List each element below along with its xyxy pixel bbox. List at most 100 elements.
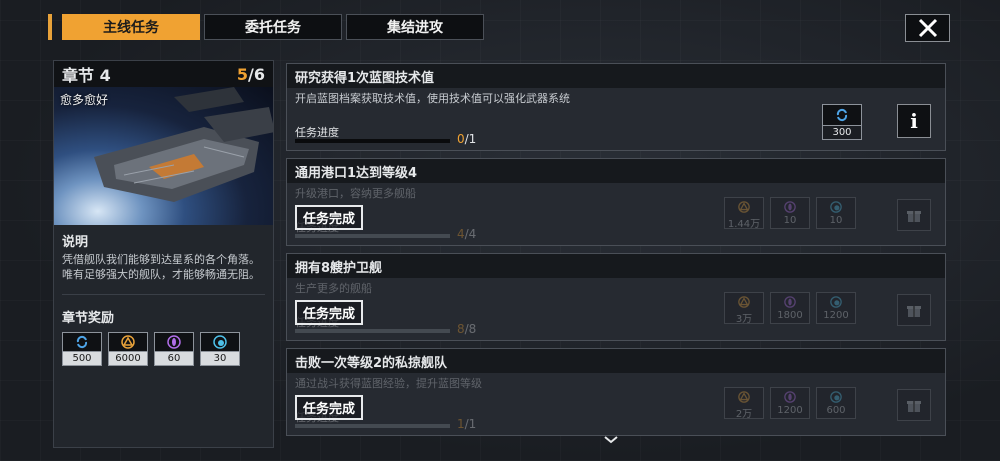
mission-progress-current: 1 bbox=[457, 417, 465, 431]
description-heading: 说明 bbox=[62, 235, 89, 250]
chapter-reward-item[interactable]: 30 bbox=[200, 332, 240, 366]
mission-description: 生产更多的舰船 bbox=[295, 282, 372, 295]
mission-card[interactable]: 研究获得1次蓝图技术值 开启蓝图档案获取技术值，使用技术值可以强化武器系统 任务… bbox=[286, 63, 946, 151]
gift-icon[interactable] bbox=[897, 199, 931, 231]
chevron-down-icon bbox=[604, 436, 618, 444]
mission-description: 通过战斗获得蓝图经验，提升蓝图等级 bbox=[295, 377, 482, 390]
crystal-icon bbox=[771, 388, 809, 405]
mission-reward-item[interactable]: 1.44万 bbox=[724, 197, 764, 230]
mission-reward-value: 10 bbox=[783, 215, 797, 226]
mission-progress-label: 任务进度 bbox=[295, 126, 339, 139]
mission-list[interactable]: 研究获得1次蓝图技术值 开启蓝图档案获取技术值，使用技术值可以强化武器系统 任务… bbox=[286, 63, 946, 443]
triangle-resource-icon bbox=[725, 293, 763, 310]
mission-rewards: 300 bbox=[822, 104, 862, 140]
mission-reward-item[interactable]: 300 bbox=[822, 104, 862, 140]
chapter-reward-value: 30 bbox=[200, 351, 240, 366]
mission-title: 研究获得1次蓝图技术值 bbox=[287, 64, 945, 88]
mission-progress-text: 0/1 bbox=[457, 132, 476, 146]
tab-commission-quest[interactable]: 委托任务 bbox=[204, 14, 342, 40]
info-button[interactable]: i bbox=[897, 104, 931, 138]
mission-reward-item[interactable]: 3万 bbox=[724, 292, 764, 325]
mission-progress-text: 1/1 bbox=[457, 417, 476, 431]
mission-progress-fill bbox=[295, 234, 450, 238]
mission-progress-text: 8/8 bbox=[457, 322, 476, 336]
mission-progress-bar bbox=[295, 424, 450, 428]
mission-reward-value: 1200 bbox=[777, 405, 803, 416]
mission-card[interactable]: 通用港口1达到等级4 升级港口，容纳更多舰船 任务进度 4/4 1.44万 10… bbox=[286, 158, 946, 246]
chapter-reward-item[interactable]: 6000 bbox=[108, 332, 148, 366]
mission-reward-value: 1.44万 bbox=[727, 219, 761, 230]
mission-progress-bar bbox=[295, 329, 450, 333]
mission-reward-item[interactable]: 1200 bbox=[770, 387, 810, 419]
triangle-resource-icon bbox=[725, 388, 763, 405]
mission-progress-current: 0 bbox=[457, 132, 465, 146]
energy-icon bbox=[817, 198, 855, 215]
crystal-icon bbox=[771, 198, 809, 215]
chapter-reward-item[interactable]: 500 bbox=[62, 332, 102, 366]
mission-title: 击败一次等级2的私掠舰队 bbox=[287, 349, 945, 373]
mission-rewards: 3万 1800 1200 bbox=[724, 292, 856, 325]
tab-bar: 主线任务 委托任务 集结进攻 bbox=[62, 14, 484, 40]
mission-progress-text: 4/4 bbox=[457, 227, 476, 241]
energy-icon bbox=[817, 293, 855, 310]
mission-progress-current: 8 bbox=[457, 322, 465, 336]
mission-title: 通用港口1达到等级4 bbox=[287, 159, 945, 183]
mission-reward-item[interactable]: 1200 bbox=[816, 292, 856, 324]
mission-reward-item[interactable]: 2万 bbox=[724, 387, 764, 420]
tab-corner-mark bbox=[48, 14, 52, 40]
mission-complete-stamp: 任务完成 bbox=[295, 300, 364, 325]
mission-reward-value: 2万 bbox=[735, 409, 753, 420]
close-icon bbox=[918, 18, 937, 38]
mission-progress-total: /1 bbox=[464, 132, 477, 146]
mission-progress-bar bbox=[295, 234, 450, 238]
mission-complete-stamp: 任务完成 bbox=[295, 205, 364, 230]
chapter-panel: 章节 4 5/6 愈多愈好 说明 凭借舰队我们能够到达星系的各个角落。唯有足够强… bbox=[53, 60, 274, 448]
mission-progress-fill bbox=[295, 329, 450, 333]
mission-reward-value: 1200 bbox=[823, 310, 849, 321]
gift-icon[interactable] bbox=[897, 294, 931, 326]
chapter-subtitle: 愈多愈好 bbox=[60, 93, 109, 107]
chapter-reward-value: 60 bbox=[154, 351, 194, 366]
mission-complete-stamp: 任务完成 bbox=[295, 395, 364, 420]
chapter-header: 章节 4 5/6 bbox=[54, 61, 273, 87]
mission-rewards: 2万 1200 600 bbox=[724, 387, 856, 420]
chapter-progress-total: /6 bbox=[248, 64, 265, 84]
chapter-rewards-heading: 章节奖励 bbox=[62, 311, 115, 326]
triangle-resource-icon bbox=[108, 332, 148, 351]
chapter-reward-value: 500 bbox=[62, 351, 102, 366]
chapter-rewards: 500 6000 60 30 bbox=[54, 328, 273, 370]
chapter-title: 章节 4 bbox=[62, 66, 111, 85]
mission-description: 升级港口，容纳更多舰船 bbox=[295, 187, 416, 200]
mission-progress-total: /4 bbox=[464, 227, 477, 241]
gift-icon[interactable] bbox=[897, 389, 931, 421]
mission-reward-item[interactable]: 10 bbox=[816, 197, 856, 229]
tab-main-quest[interactable]: 主线任务 bbox=[62, 14, 200, 40]
mission-reward-value: 300 bbox=[822, 125, 862, 140]
mission-progress-current: 4 bbox=[457, 227, 465, 241]
mission-title: 拥有8艘护卫舰 bbox=[287, 254, 945, 278]
mission-reward-item[interactable]: 1800 bbox=[770, 292, 810, 324]
mission-progress-fill bbox=[295, 424, 450, 428]
scroll-down-indicator[interactable] bbox=[603, 430, 619, 449]
crystal-icon bbox=[771, 293, 809, 310]
blueprint-icon bbox=[62, 332, 102, 351]
mission-rewards: 1.44万 10 10 bbox=[724, 197, 856, 230]
chapter-description: 凭借舰队我们能够到达星系的各个角落。唯有足够强大的舰队，才能够畅通无阻。 bbox=[62, 253, 260, 281]
tab-rally-attack[interactable]: 集结进攻 bbox=[346, 14, 484, 40]
mission-card[interactable]: 击败一次等级2的私掠舰队 通过战斗获得蓝图经验，提升蓝图等级 任务进度 1/1 … bbox=[286, 348, 946, 436]
chapter-illustration: 愈多愈好 bbox=[54, 87, 273, 225]
mission-reward-item[interactable]: 600 bbox=[816, 387, 856, 419]
chapter-reward-value: 6000 bbox=[108, 351, 148, 366]
chapter-progress: 5/6 bbox=[237, 65, 265, 84]
mission-description: 开启蓝图档案获取技术值，使用技术值可以强化武器系统 bbox=[295, 92, 570, 105]
energy-icon bbox=[817, 388, 855, 405]
chapter-reward-item[interactable]: 60 bbox=[154, 332, 194, 366]
mission-reward-item[interactable]: 10 bbox=[770, 197, 810, 229]
mission-reward-value: 1800 bbox=[777, 310, 803, 321]
close-button[interactable] bbox=[905, 14, 950, 42]
energy-icon bbox=[200, 332, 240, 351]
crystal-icon bbox=[154, 332, 194, 351]
mission-progress-bar bbox=[295, 139, 450, 143]
mission-card[interactable]: 拥有8艘护卫舰 生产更多的舰船 任务进度 8/8 3万 1800 1200 任务… bbox=[286, 253, 946, 341]
divider bbox=[62, 294, 265, 295]
